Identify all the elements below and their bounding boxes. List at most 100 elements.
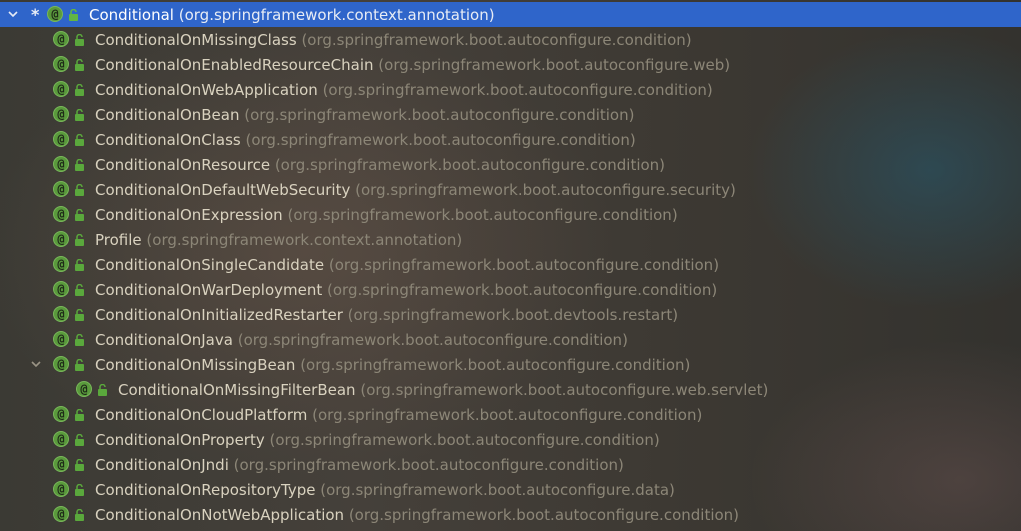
tree-row[interactable]: @ ConditionalOnCloudPlatform (org.springf… (0, 402, 1021, 427)
tree-row[interactable]: @ Profile (org.springframework.context.an… (0, 227, 1021, 252)
annotation-icon: @ (53, 131, 69, 147)
annotation-icon: @ (53, 181, 69, 197)
annotation-icon: @ (47, 6, 63, 22)
tree-row-root[interactable]: * @ Conditional (org.springframework.con… (0, 2, 1021, 27)
public-lock-icon (75, 259, 84, 271)
annotation-package: (org.springframework.boot.autoconfigure.… (328, 255, 720, 274)
tree-row[interactable]: @ ConditionalOnDefaultWebSecurity (org.sp… (0, 177, 1021, 202)
tree-row-label: ConditionalOnSingleCandidate (org.spring… (95, 256, 719, 274)
annotation-icon: @ (53, 506, 69, 522)
public-lock-icon (75, 284, 84, 296)
annotation-package: (org.springframework.boot.autoconfigure.… (360, 380, 769, 399)
tree-row-label: ConditionalOnJava (org.springframework.b… (95, 331, 628, 349)
annotation-package: (org.springframework.boot.autoconfigure.… (300, 355, 691, 374)
annotation-name: ConditionalOnSingleCandidate (95, 255, 325, 274)
annotation-package: (org.springframework.boot.autoconfigure.… (245, 130, 636, 149)
tree-row-label: ConditionalOnNotWebApplication (org.spri… (95, 506, 739, 524)
public-lock-icon (69, 9, 78, 21)
tree-row-label: ConditionalOnInitializedRestarter (org.s… (95, 306, 678, 324)
tree-row[interactable]: @ ConditionalOnResource (org.springframew… (0, 152, 1021, 177)
tree-row-label: ConditionalOnMissingBean (org.springfram… (95, 356, 690, 374)
tree-row[interactable]: @ ConditionalOnNotWebApplication (org.spr… (0, 502, 1021, 527)
public-lock-icon (75, 459, 84, 471)
annotation-icon: @ (53, 56, 69, 72)
public-lock-icon (75, 234, 84, 246)
tree-row[interactable]: @ ConditionalOnWarDeployment (org.springf… (0, 277, 1021, 302)
chevron-down-icon[interactable] (6, 7, 20, 21)
public-lock-icon (75, 409, 84, 421)
annotation-icon: @ (53, 106, 69, 122)
annotation-icon: @ (53, 81, 69, 97)
annotation-name: ConditionalOnCloudPlatform (95, 405, 308, 424)
tree-row[interactable]: @ ConditionalOnWebApplication (org.spring… (0, 77, 1021, 102)
tree-row[interactable]: @ ConditionalOnProperty (org.springframew… (0, 427, 1021, 452)
annotation-package: (org.springframework.boot.autoconfigure.… (320, 480, 675, 499)
annotation-icon: @ (53, 206, 69, 222)
public-lock-icon (75, 134, 84, 146)
annotation-icon: @ (53, 356, 69, 372)
tree-row-label: ConditionalOnMissingClass (org.springfra… (95, 31, 692, 49)
public-lock-icon (75, 159, 84, 171)
tree-row-label: Profile (org.springframework.context.ann… (95, 231, 462, 249)
annotation-name: ConditionalOnInitializedRestarter (95, 305, 343, 324)
tree-row-label: ConditionalOnJndi (org.springframework.b… (95, 456, 624, 474)
annotation-name: ConditionalOnJava (95, 330, 233, 349)
tree-row[interactable]: @ ConditionalOnSingleCandidate (org.sprin… (0, 252, 1021, 277)
tree-row-label: ConditionalOnProperty (org.springframewo… (95, 431, 660, 449)
annotation-name: Profile (95, 230, 142, 249)
tree-row-label: ConditionalOnBean (org.springframework.b… (95, 106, 634, 124)
tree-row[interactable]: @ ConditionalOnEnabledResourceChain (org.… (0, 52, 1021, 77)
annotation-name: ConditionalOnClass (95, 130, 241, 149)
annotation-package: (org.springframework.boot.autoconfigure.… (348, 505, 740, 524)
annotation-name: ConditionalOnEnabledResourceChain (95, 55, 374, 74)
annotation-name: ConditionalOnRepositoryType (95, 480, 316, 499)
annotation-icon: @ (53, 431, 69, 447)
tree-row-label: ConditionalOnExpression (org.springframe… (95, 206, 678, 224)
annotation-package: (org.springframework.boot.autoconfigure.… (237, 330, 628, 349)
tree-row[interactable]: @ ConditionalOnMissingBean (org.springfra… (0, 352, 1021, 377)
annotation-package: (org.springframework.context.annotation) (146, 230, 463, 249)
annotation-package: (org.springframework.boot.autoconfigure.… (327, 280, 718, 299)
public-lock-icon (75, 109, 84, 121)
tree-row-label: ConditionalOnEnabledResourceChain (org.s… (95, 56, 730, 74)
tree-row[interactable]: @ ConditionalOnJava (org.springframework.… (0, 327, 1021, 352)
tree-row[interactable]: @ ConditionalOnMissingClass (org.springfr… (0, 27, 1021, 52)
tree-row[interactable]: @ ConditionalOnClass (org.springframework… (0, 127, 1021, 152)
tree-row-label: ConditionalOnWarDeployment (org.springfr… (95, 281, 717, 299)
annotation-icon: @ (53, 331, 69, 347)
annotation-icon: @ (53, 481, 69, 497)
annotation-name: ConditionalOnDefaultWebSecurity (95, 180, 351, 199)
tree-row[interactable]: @ ConditionalOnInitializedRestarter (org.… (0, 302, 1021, 327)
annotation-name: ConditionalOnMissingFilterBean (118, 380, 356, 399)
public-lock-icon (75, 334, 84, 346)
annotation-package: (org.springframework.boot.autoconfigure.… (274, 155, 666, 174)
annotation-package: (org.springframework.boot.devtools.resta… (347, 305, 679, 324)
public-lock-icon (75, 59, 84, 71)
annotation-package: (org.springframework.boot.autoconfigure.… (378, 55, 731, 74)
tree-row[interactable]: @ ConditionalOnMissingFilterBean (org.spr… (0, 377, 1021, 402)
tree-row[interactable]: @ ConditionalOnJndi (org.springframework.… (0, 452, 1021, 477)
tree-row[interactable]: @ ConditionalOnRepositoryType (org.spring… (0, 477, 1021, 502)
annotation-name: ConditionalOnMissingBean (95, 355, 296, 374)
tree-row[interactable]: @ ConditionalOnBean (org.springframework.… (0, 102, 1021, 127)
public-lock-icon (75, 359, 84, 371)
annotation-name: ConditionalOnBean (95, 105, 240, 124)
public-lock-icon (75, 84, 84, 96)
tree-row[interactable]: @ ConditionalOnExpression (org.springfram… (0, 202, 1021, 227)
annotation-package: (org.springframework.boot.autoconfigure.… (233, 455, 624, 474)
tree-row-label: ConditionalOnMissingFilterBean (org.spri… (118, 381, 768, 399)
annotation-icon: @ (53, 156, 69, 172)
annotation-package: (org.springframework.boot.autoconfigure.… (355, 180, 736, 199)
chevron-down-icon[interactable] (29, 357, 43, 371)
annotation-package: (org.springframework.boot.autoconfigure.… (322, 80, 713, 99)
public-lock-icon (75, 209, 84, 221)
tree-row-label: ConditionalOnDefaultWebSecurity (org.spr… (95, 181, 736, 199)
annotation-package: (org.springframework.boot.autoconfigure.… (301, 30, 692, 49)
public-lock-icon (75, 484, 84, 496)
annotation-name: ConditionalOnResource (95, 155, 271, 174)
public-lock-icon (75, 184, 84, 196)
annotation-name: ConditionalOnNotWebApplication (95, 505, 345, 524)
public-lock-icon (75, 434, 84, 446)
annotation-package: (org.springframework.boot.autoconfigure.… (244, 105, 635, 124)
tree-row-label: ConditionalOnWebApplication (org.springf… (95, 81, 713, 99)
